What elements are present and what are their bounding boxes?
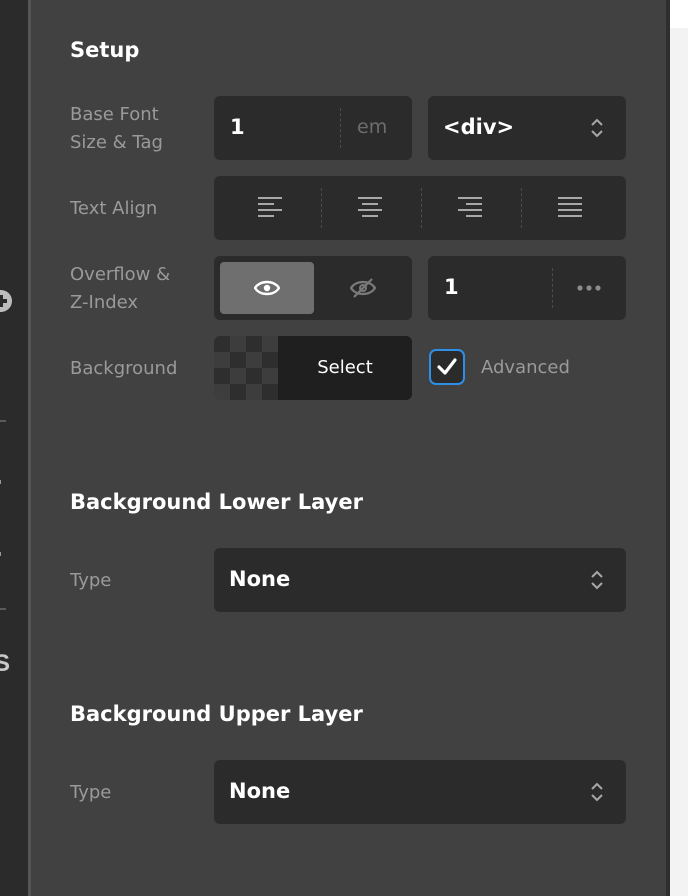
text-align-label: Text Align xyxy=(70,198,158,219)
base-font-size-input[interactable]: 1 em xyxy=(214,96,412,160)
lower-layer-type-label: Type xyxy=(70,570,112,591)
input-separator xyxy=(340,108,341,148)
align-left-icon[interactable] xyxy=(258,197,284,219)
align-center-icon[interactable] xyxy=(358,197,384,219)
html-tag-value: <div> xyxy=(443,115,515,139)
base-font-label-line1: Base Font xyxy=(70,104,159,125)
segment-separator xyxy=(521,188,522,228)
overflow-hidden-button[interactable] xyxy=(320,262,406,314)
toolbar-glyph-fragment xyxy=(0,480,1,484)
toolbar-glyph-fragment xyxy=(0,552,1,556)
advanced-label[interactable]: Advanced xyxy=(481,357,570,378)
add-icon[interactable] xyxy=(0,290,12,312)
z-index-input[interactable]: 1 xyxy=(428,256,626,320)
segment-separator xyxy=(421,188,422,228)
base-font-size-value: 1 xyxy=(230,115,245,139)
toolbar-divider xyxy=(0,420,6,422)
z-index-value: 1 xyxy=(444,275,459,299)
upper-layer-type-value: None xyxy=(229,779,291,803)
unit-label[interactable]: em xyxy=(357,116,387,138)
upper-layer-title: Background Upper Layer xyxy=(70,702,363,726)
canvas-edge-top xyxy=(670,0,688,28)
advanced-checkbox[interactable] xyxy=(429,349,465,385)
eye-slash-icon xyxy=(350,278,376,298)
overflow-toggle xyxy=(214,256,412,320)
eye-icon xyxy=(254,280,280,296)
upper-layer-type-label: Type xyxy=(70,782,112,803)
color-swatch[interactable] xyxy=(214,336,278,400)
checkmark-icon xyxy=(437,358,457,375)
lower-layer-type-value: None xyxy=(229,567,291,591)
overflow-label-line1: Overflow & xyxy=(70,264,171,285)
canvas-edge xyxy=(670,0,688,896)
toolbar-s-icon[interactable]: S xyxy=(0,650,10,678)
overflow-label-line2: Z-Index xyxy=(70,292,139,313)
chevron-updown-icon xyxy=(591,118,603,138)
input-separator xyxy=(552,268,553,308)
setup-title: Setup xyxy=(70,38,140,62)
html-tag-select[interactable]: <div> xyxy=(428,96,626,160)
more-options-icon[interactable] xyxy=(576,284,602,292)
lower-layer-type-select[interactable]: None xyxy=(214,548,626,612)
background-label: Background xyxy=(70,358,178,379)
segment-separator xyxy=(321,188,322,228)
align-justify-icon[interactable] xyxy=(558,197,584,219)
lower-layer-title: Background Lower Layer xyxy=(70,490,363,514)
text-align-group xyxy=(214,176,626,240)
overflow-visible-button[interactable] xyxy=(220,262,314,314)
left-toolbar: S xyxy=(0,0,28,896)
upper-layer-type-select[interactable]: None xyxy=(214,760,626,824)
base-font-label-line2: Size & Tag xyxy=(70,132,163,153)
panel-border xyxy=(28,0,31,896)
align-right-icon[interactable] xyxy=(458,197,484,219)
background-select-button[interactable]: Select xyxy=(278,336,412,400)
chevron-updown-icon xyxy=(591,570,603,590)
chevron-updown-icon xyxy=(591,782,603,802)
toolbar-divider xyxy=(0,608,6,610)
